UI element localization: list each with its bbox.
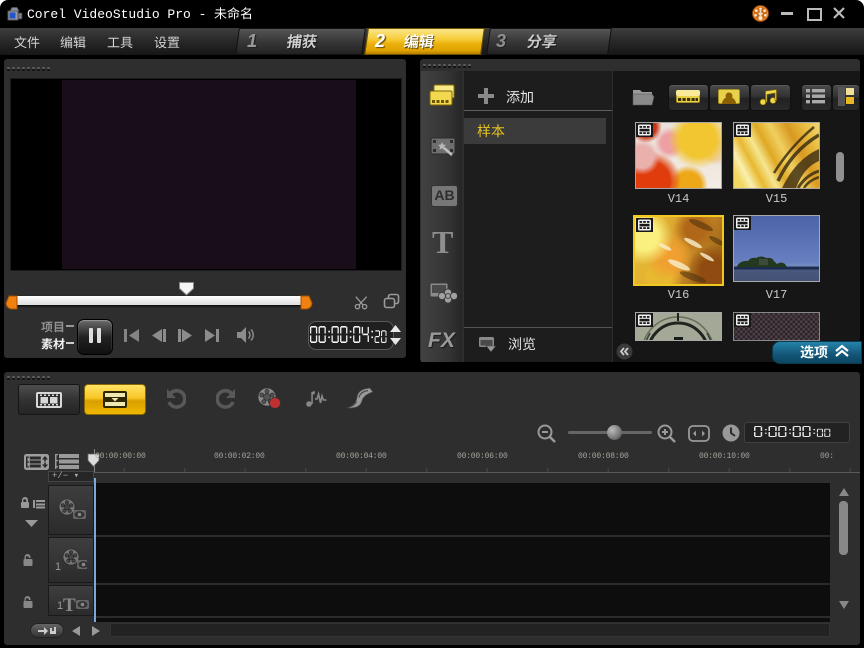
svg-text:T: T	[63, 595, 76, 614]
svg-text:1: 1	[55, 561, 61, 573]
